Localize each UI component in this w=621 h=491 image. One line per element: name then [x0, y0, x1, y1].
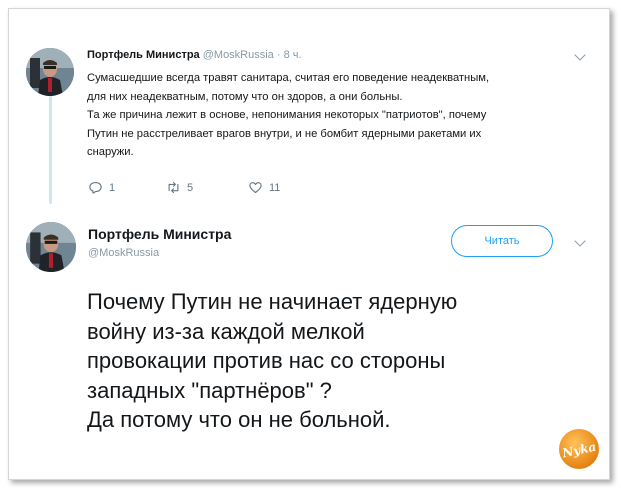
tweet-text-line: провокации против нас со стороны	[87, 348, 446, 373]
tweet-text: Сумасшедшие всегда травят санитара, счит…	[87, 69, 587, 162]
author-handle[interactable]: @MoskRussia	[203, 49, 274, 61]
avatar-image	[26, 222, 76, 272]
tweet-text-line: Путин не расстреливает врагов внутри, и …	[87, 127, 482, 140]
avatar[interactable]	[26, 222, 76, 272]
avatar[interactable]	[26, 48, 74, 96]
header-separator: ·	[276, 49, 281, 61]
tweet-text-line: для них неадекватным, потому что он здор…	[87, 90, 403, 103]
thread-connector	[49, 96, 52, 204]
retweet-button[interactable]: 5	[166, 180, 193, 195]
reply-count: 1	[109, 181, 116, 194]
tweet-text-line: войну из-за каждой мелкой	[87, 318, 365, 344]
retweet-icon	[168, 181, 179, 194]
tweet-text-line: Сумасшедшие всегда травят санитара, счит…	[87, 72, 490, 84]
like-button[interactable]: 11	[248, 180, 280, 195]
heart-icon	[249, 182, 262, 194]
reply-icon	[89, 181, 102, 194]
tweet-text: Почему Путин не начинает ядерную войну и…	[87, 287, 457, 435]
follow-button[interactable]: Читать	[451, 225, 553, 257]
tweet-text-line: Та же причина лежит в основе, непонимани…	[87, 109, 487, 121]
tweet-text-line: снаружи.	[87, 146, 134, 158]
watermark-logo: Nyka	[558, 428, 600, 470]
author-name[interactable]: Портфель Министра	[87, 49, 200, 61]
watermark-logo-icon: Nyka	[559, 429, 599, 469]
reply-button[interactable]: 1	[88, 180, 115, 195]
tweet-timestamp[interactable]: 8 ч.	[284, 49, 302, 61]
avatar-image	[26, 48, 74, 96]
author-name[interactable]: Портфель Министра	[88, 226, 231, 242]
retweet-count: 5	[187, 181, 194, 194]
like-count: 11	[269, 181, 281, 194]
author-handle[interactable]: @MoskRussia	[88, 247, 159, 259]
tweet-text-line: западных "партнёров" ?	[87, 377, 332, 403]
tweet-header: Портфель Министра @MoskRussia · 8 ч.	[87, 49, 302, 61]
tweet-text-line: Да потому что он не больной.	[87, 407, 391, 432]
tweet-text-line: Почему Путин не начинает ядерную	[87, 289, 458, 314]
